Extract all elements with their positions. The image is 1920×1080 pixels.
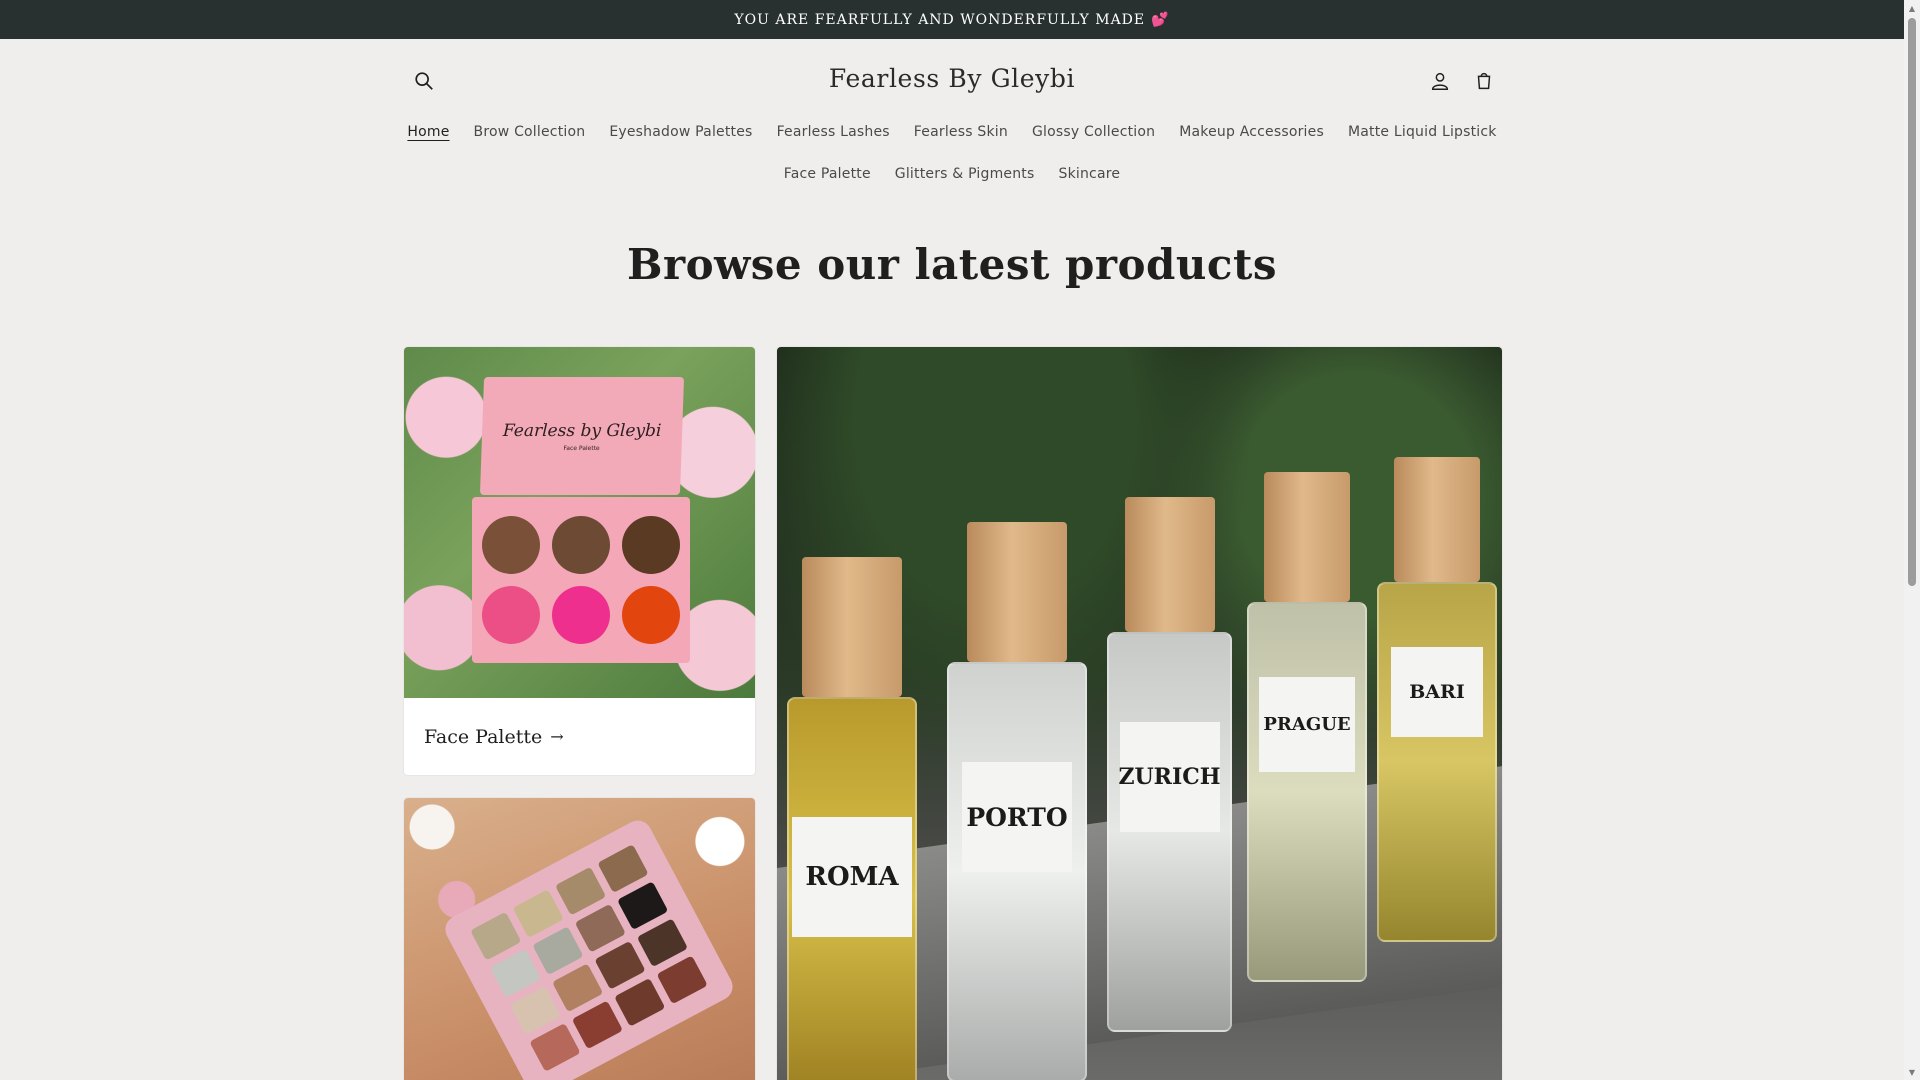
scrollbar-thumb[interactable] (1908, 18, 1916, 586)
announcement-bar: YOU ARE FEARFULLY AND WONDERFULLY MADE 💕 (0, 0, 1904, 39)
pan (636, 918, 689, 968)
card-title: Face Palette (424, 725, 543, 748)
pan (656, 955, 708, 1005)
pan (554, 866, 607, 916)
account-button[interactable] (1422, 63, 1458, 99)
pan (489, 948, 542, 998)
store-logo[interactable]: Fearless By Gleybi (0, 64, 1904, 93)
bottle-label: ZURICH (1118, 722, 1221, 832)
page-scrollbar[interactable]: ▲ ▼ (1904, 0, 1920, 1080)
pan (552, 586, 610, 644)
nav-glitters-pigments[interactable]: Glitters & Pigments (895, 166, 1035, 182)
heart-emoji: 💕 (1151, 11, 1170, 28)
nav-skincare[interactable]: Skincare (1059, 166, 1121, 182)
collection-card-perfume[interactable]: ROMA PORTO ZURICH PRAGUE BARI (777, 347, 1502, 1080)
pan (614, 977, 666, 1027)
pan (574, 903, 626, 953)
nav-brow-collection[interactable]: Brow Collection (474, 124, 586, 140)
nav-face-palette[interactable]: Face Palette (784, 166, 871, 182)
palette-brand-text: Fearless by Gleybi (502, 420, 662, 441)
cart-button[interactable] (1466, 63, 1502, 99)
pan (482, 516, 540, 574)
site-header: Fearless By Gleybi (0, 39, 1904, 124)
palette-sub-text: Face Palette (563, 444, 600, 452)
announcement-text: YOU ARE FEARFULLY AND WONDERFULLY MADE (734, 11, 1146, 28)
bottle-glass (1107, 632, 1232, 1032)
perfume-image: ROMA PORTO ZURICH PRAGUE BARI (777, 347, 1502, 1080)
pan (622, 516, 680, 574)
nav-glossy-collection[interactable]: Glossy Collection (1032, 124, 1155, 140)
pan (529, 1023, 581, 1072)
pan (470, 911, 522, 961)
nav-eyeshadow-palettes[interactable]: Eyeshadow Palettes (609, 124, 752, 140)
bottle-cap (1394, 457, 1480, 582)
pan (622, 586, 680, 644)
collection-card-face-palette[interactable]: Fearless by Gleybi Face Palette Face Pal… (404, 347, 755, 775)
pan (509, 985, 561, 1035)
pan (594, 940, 646, 990)
bottle-glass (1377, 582, 1497, 942)
perfume-bottle: PORTO (947, 522, 1087, 1080)
nav-makeup-accessories[interactable]: Makeup Accessories (1179, 124, 1324, 140)
bottle-label: ROMA (792, 817, 912, 937)
nav-home[interactable]: Home (407, 124, 449, 140)
perfume-bottle: PRAGUE (1247, 472, 1367, 1080)
bottle-label: PRAGUE (1259, 677, 1355, 772)
pan (482, 586, 540, 644)
main-nav-row-2: Face Palette Glitters & Pigments Skincar… (0, 166, 1904, 182)
nav-matte-liquid-lipstick[interactable]: Matte Liquid Lipstick (1348, 124, 1497, 140)
bottle-glass (1247, 602, 1367, 982)
scroll-up-arrow-icon[interactable]: ▲ (1904, 0, 1920, 16)
bottle-cap (1124, 497, 1215, 632)
eyeshadow-pans (440, 815, 738, 1080)
scroll-down-arrow-icon[interactable]: ▼ (1904, 1064, 1920, 1080)
main-nav-row-1: Home Brow Collection Eyeshadow Palettes … (0, 124, 1904, 140)
arrow-right-icon: → (550, 727, 564, 746)
palette-pans (472, 497, 690, 663)
eyeshadow-palette-image (404, 798, 755, 1080)
pan (552, 963, 604, 1013)
page: YOU ARE FEARFULLY AND WONDERFULLY MADE 💕… (0, 0, 1904, 1080)
face-palette-image: Fearless by Gleybi Face Palette (404, 347, 755, 698)
cart-icon (1477, 72, 1491, 90)
bottle-cap (967, 522, 1067, 662)
account-icon (1431, 72, 1449, 90)
collection-card-eyeshadow[interactable] (404, 798, 755, 1080)
pan (571, 1000, 624, 1050)
pan (597, 844, 649, 893)
perfume-bottle: ROMA (787, 547, 917, 1080)
bottle-cap (1264, 472, 1350, 602)
section-heading: Browse our latest products (626, 240, 1278, 289)
bottle-label: PORTO (962, 762, 1072, 872)
bottle-cap (802, 557, 902, 697)
pan (532, 926, 584, 976)
bottle-label: BARI (1391, 647, 1483, 737)
face-palette-link[interactable]: Face Palette → (404, 698, 755, 775)
nav-fearless-skin[interactable]: Fearless Skin (914, 124, 1008, 140)
pan (552, 516, 610, 574)
nav-fearless-lashes[interactable]: Fearless Lashes (777, 124, 890, 140)
pan (617, 881, 669, 931)
pan (512, 889, 564, 939)
perfume-bottle: BARI (1377, 457, 1497, 1080)
perfume-bottle: ZURICH (1107, 497, 1232, 1080)
palette-lid: Fearless by Gleybi Face Palette (479, 377, 685, 495)
